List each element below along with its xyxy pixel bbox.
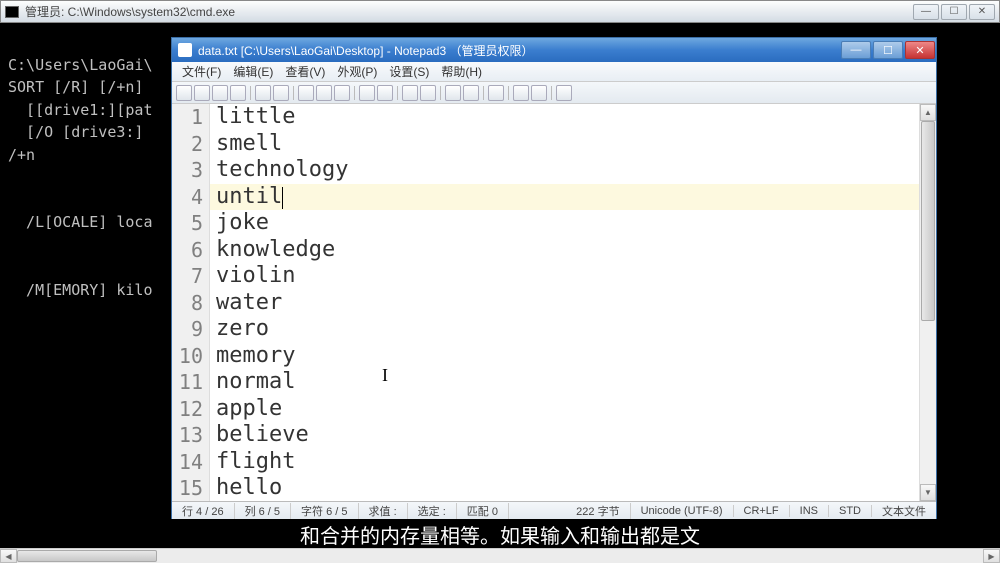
vertical-scrollbar[interactable]: ▲ ▼	[919, 104, 936, 501]
editor-line[interactable]: until	[210, 184, 919, 211]
status-enc: Unicode (UTF-8)	[631, 505, 734, 517]
cmd-icon	[5, 6, 19, 18]
close-button[interactable]: ✕	[905, 41, 935, 59]
menu-item[interactable]: 编辑(E)	[227, 63, 279, 80]
editor-line[interactable]: believe	[210, 422, 919, 449]
wordwrap-icon[interactable]	[402, 85, 418, 101]
status-row: 行 4 / 26	[172, 503, 235, 519]
settings-icon[interactable]	[513, 85, 529, 101]
undo-icon[interactable]	[255, 85, 271, 101]
editor-line[interactable]: violin	[210, 263, 919, 290]
paste-icon[interactable]	[334, 85, 350, 101]
editor-line[interactable]: knowledge	[210, 237, 919, 264]
notepad-window: data.txt [C:\Users\LaoGai\Desktop] - Not…	[171, 37, 937, 519]
maximize-button[interactable]: ☐	[941, 4, 967, 20]
marker-icon[interactable]	[420, 85, 436, 101]
scroll-left-icon[interactable]: ◀	[0, 549, 17, 563]
find-icon[interactable]	[359, 85, 375, 101]
editor-line[interactable]: zero	[210, 316, 919, 343]
status-char: 字符 6 / 5	[291, 503, 358, 519]
text-cursor-icon: I	[382, 362, 388, 389]
status-match: 匹配 0	[457, 503, 509, 519]
menu-item[interactable]: 设置(S)	[383, 63, 435, 80]
status-eol: CR+LF	[734, 505, 790, 517]
cmd-titlebar[interactable]: 管理员: C:\Windows\system32\cmd.exe — ☐ ✕	[0, 0, 1000, 23]
redo-icon[interactable]	[273, 85, 289, 101]
video-caption: 和合并的内存量相等。如果输入和输出都是文	[0, 520, 1000, 549]
replace-icon[interactable]	[377, 85, 393, 101]
exit-icon[interactable]	[556, 85, 572, 101]
syntax-icon[interactable]	[488, 85, 504, 101]
editor[interactable]: I littlesmelltechnologyuntiljokeknowledg…	[210, 104, 919, 501]
editor-line[interactable]: technology	[210, 157, 919, 184]
close-button[interactable]: ✕	[969, 4, 995, 20]
notepad-icon	[178, 43, 192, 57]
pin-icon[interactable]	[531, 85, 547, 101]
editor-line[interactable]: memory	[210, 343, 919, 370]
status-ins: INS	[790, 505, 829, 517]
zoomout-icon[interactable]	[463, 85, 479, 101]
toolbar	[172, 82, 936, 104]
scroll-up-icon[interactable]: ▲	[920, 104, 936, 121]
cut-icon[interactable]	[298, 85, 314, 101]
notepad-title: data.txt [C:\Users\LaoGai\Desktop] - Not…	[198, 42, 840, 59]
menu-item[interactable]: 文件(F)	[176, 63, 227, 80]
notepad-titlebar[interactable]: data.txt [C:\Users\LaoGai\Desktop] - Not…	[172, 38, 936, 62]
scroll-thumb[interactable]	[921, 121, 935, 321]
new-icon[interactable]	[176, 85, 192, 101]
editor-line[interactable]: little	[210, 104, 919, 131]
editor-line[interactable]: water	[210, 290, 919, 317]
status-bytes: 222 字节	[566, 503, 630, 519]
editor-line[interactable]: normal	[210, 369, 919, 396]
minimize-button[interactable]: —	[913, 4, 939, 20]
editor-line[interactable]: apple	[210, 396, 919, 423]
statusbar: 行 4 / 26 列 6 / 5 字符 6 / 5 求值 : 选定 : 匹配 0…	[172, 501, 936, 519]
menu-item[interactable]: 查看(V)	[279, 63, 331, 80]
save-icon[interactable]	[230, 85, 246, 101]
status-col: 列 6 / 5	[235, 503, 291, 519]
menu-item[interactable]: 帮助(H)	[435, 63, 488, 80]
status-sel: 选定 :	[408, 503, 457, 519]
scroll-thumb[interactable]	[17, 550, 157, 562]
maximize-button[interactable]: ☐	[873, 41, 903, 59]
editor-line[interactable]: hello	[210, 475, 919, 502]
horizontal-scrollbar[interactable]: ◀ ▶	[0, 548, 1000, 563]
line-gutter: 123456789101112131415	[172, 104, 210, 501]
zoomin-icon[interactable]	[445, 85, 461, 101]
scroll-right-icon[interactable]: ▶	[983, 549, 1000, 563]
menubar: 文件(F)编辑(E)查看(V)外观(P)设置(S)帮助(H)	[172, 62, 936, 82]
open-icon[interactable]	[194, 85, 210, 101]
menu-item[interactable]: 外观(P)	[331, 63, 383, 80]
status-val: 求值 :	[359, 503, 408, 519]
copy-icon[interactable]	[316, 85, 332, 101]
minimize-button[interactable]: —	[841, 41, 871, 59]
editor-line[interactable]: joke	[210, 210, 919, 237]
status-std: STD	[829, 505, 872, 517]
editor-line[interactable]: flight	[210, 449, 919, 476]
cmd-title: 管理员: C:\Windows\system32\cmd.exe	[25, 3, 913, 20]
editor-line[interactable]: smell	[210, 131, 919, 158]
scroll-down-icon[interactable]: ▼	[920, 484, 936, 501]
history-icon[interactable]	[212, 85, 228, 101]
status-type: 文本文件	[872, 503, 936, 519]
